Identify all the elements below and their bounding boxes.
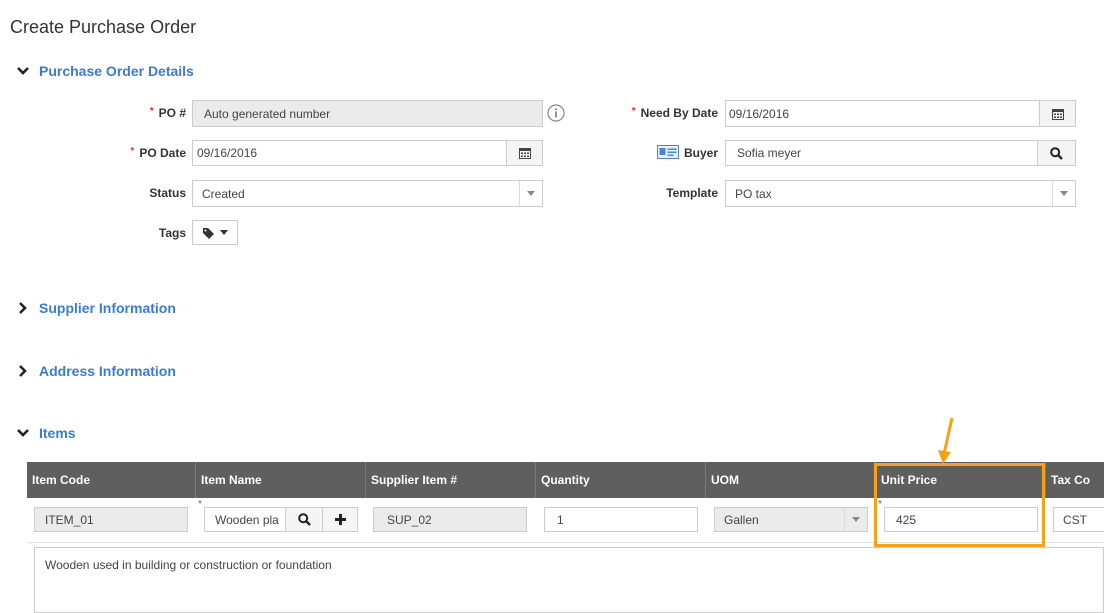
calendar-icon [518, 148, 531, 159]
annotation-arrow-icon [938, 417, 954, 464]
section-address-toggle[interactable]: Address Information [15, 363, 176, 379]
uom-select[interactable]: Gallen [714, 507, 868, 532]
column-header-tax-code: Tax Co [1051, 473, 1091, 487]
contact-card-icon [657, 145, 679, 159]
section-items-toggle[interactable]: Items [15, 425, 76, 441]
search-icon [297, 513, 311, 526]
tags-dropdown-button[interactable] [192, 220, 238, 245]
buyer-search-button[interactable] [1037, 140, 1076, 166]
required-marker: * [149, 106, 154, 117]
calendar-icon [1051, 108, 1064, 120]
section-supplier-toggle[interactable]: Supplier Information [15, 300, 176, 316]
caret-down-icon [1060, 191, 1068, 196]
supplier-item-field: SUP_02 [373, 507, 527, 532]
column-header-supplier-item: Supplier Item # [366, 462, 536, 498]
status-select-value: Created [202, 186, 245, 201]
tags-label: Tags [158, 226, 186, 240]
buyer-label: Buyer [683, 146, 718, 160]
column-header-item-code: Item Code [27, 462, 196, 498]
buyer-input[interactable]: Sofia meyer [725, 140, 1038, 166]
plus-icon [334, 514, 346, 525]
section-address-label: Address Information [39, 363, 176, 379]
need-by-date-label: * Need By Date [631, 106, 718, 120]
chevron-down-icon [17, 429, 29, 437]
section-supplier-label: Supplier Information [39, 300, 176, 316]
search-icon [1050, 146, 1063, 160]
unit-price-highlight-box [874, 463, 1045, 547]
po-number-field: Auto generated number [192, 100, 543, 127]
section-items-label: Items [39, 425, 76, 441]
item-name-search-button[interactable] [285, 507, 323, 532]
caret-down-icon [852, 517, 860, 522]
chevron-right-icon [19, 302, 27, 314]
po-date-label: * PO Date [130, 146, 186, 160]
caret-down-icon [220, 230, 228, 235]
required-marker: * [631, 106, 636, 117]
section-po-details-toggle[interactable]: Purchase Order Details [15, 63, 194, 79]
chevron-right-icon [19, 365, 27, 377]
required-marker: * [198, 499, 202, 510]
status-label: Status [149, 186, 186, 200]
item-description-textarea[interactable]: Wooden used in building or construction … [34, 547, 1104, 613]
info-icon[interactable] [547, 104, 565, 122]
tag-icon [203, 227, 214, 239]
column-header-uom: UOM [706, 462, 876, 498]
section-po-details-label: Purchase Order Details [39, 63, 194, 79]
need-by-date-calendar-button[interactable] [1039, 100, 1076, 127]
po-date-input[interactable]: 09/16/2016 [192, 140, 507, 166]
need-by-date-input[interactable]: 09/16/2016 [725, 100, 1040, 127]
po-number-label: * PO # [149, 106, 186, 120]
template-dropdown-caret [1052, 181, 1075, 206]
quantity-input[interactable]: 1 [544, 507, 698, 532]
caret-down-icon [527, 191, 535, 196]
template-select[interactable]: PO tax [725, 180, 1076, 207]
template-select-value: PO tax [735, 186, 772, 201]
item-name-input[interactable]: Wooden pla [204, 507, 286, 532]
column-header-quantity: Quantity [536, 462, 706, 498]
uom-dropdown-caret [844, 508, 867, 531]
po-date-calendar-button[interactable] [506, 140, 543, 166]
page-title: Create Purchase Order [10, 17, 197, 37]
chevron-down-icon [17, 67, 29, 75]
item-name-add-button[interactable] [322, 507, 358, 532]
tax-code-input[interactable]: CST [1053, 507, 1104, 532]
required-marker: * [130, 146, 135, 157]
status-select[interactable]: Created [192, 180, 543, 207]
template-label: Template [666, 186, 718, 200]
status-dropdown-caret [519, 181, 542, 206]
item-code-field: ITEM_01 [34, 507, 188, 532]
uom-select-value: Gallen [724, 512, 759, 527]
column-header-item-name: Item Name [196, 462, 366, 498]
